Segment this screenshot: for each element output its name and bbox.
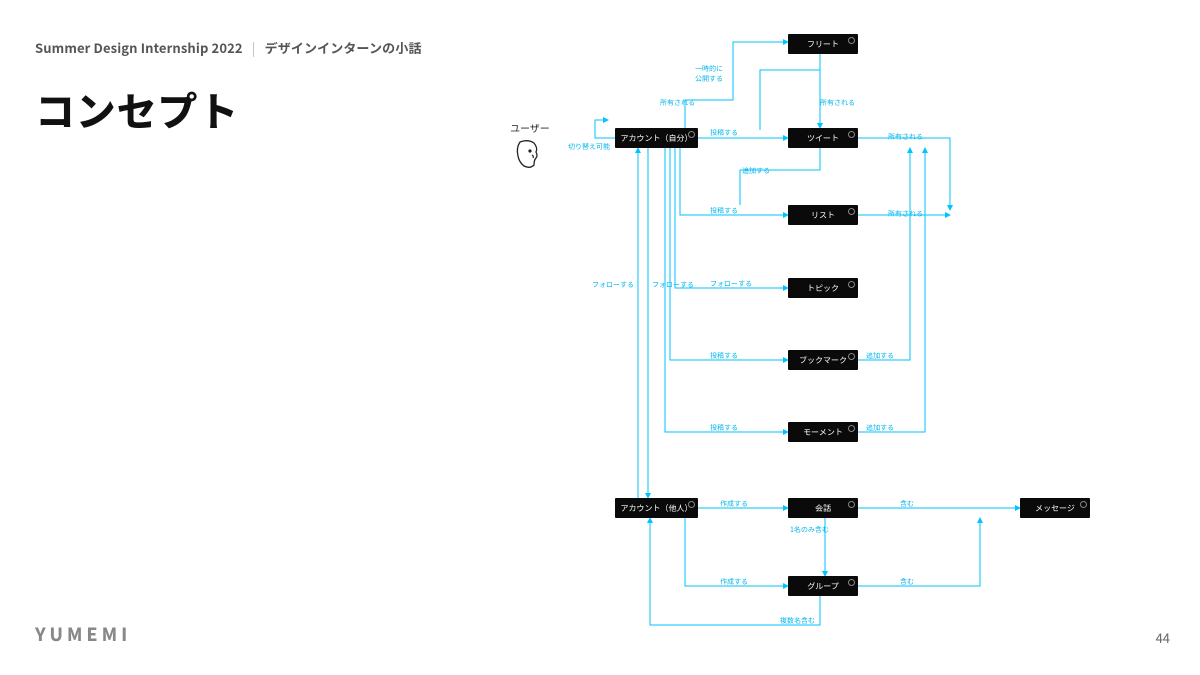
node-group-label: グループ bbox=[807, 581, 839, 592]
gear-icon bbox=[848, 425, 855, 432]
edge-follow3: フォローする bbox=[710, 279, 752, 289]
node-topic-label: トピック bbox=[807, 283, 839, 294]
gear-icon bbox=[1080, 501, 1087, 508]
slide-header: Summer Design Internship 2022 | デザインインター… bbox=[35, 38, 421, 57]
node-tweet-label: ツイート bbox=[807, 133, 839, 144]
page-title: コンセプト bbox=[35, 80, 239, 138]
node-list-label: リスト bbox=[811, 210, 835, 221]
header-left: Summer Design Internship 2022 bbox=[35, 38, 243, 57]
edge-contain-many: 複数名含む bbox=[780, 616, 815, 626]
edge-contain2: 含む bbox=[900, 577, 914, 587]
node-account-other-label: アカウント（他人） bbox=[621, 503, 693, 514]
edge-publish1: 投稿する bbox=[710, 128, 738, 138]
node-conversation: 会話 bbox=[788, 498, 858, 518]
gear-icon bbox=[848, 501, 855, 508]
node-group: グループ bbox=[788, 576, 858, 596]
node-topic: トピック bbox=[788, 278, 858, 298]
edge-owned3: 所有される bbox=[888, 209, 923, 219]
node-fleet-label: フリート bbox=[807, 39, 839, 50]
node-conversation-label: 会話 bbox=[815, 503, 831, 514]
edge-publish4: 投稿する bbox=[710, 423, 738, 433]
edge-follow1: フォローする bbox=[592, 280, 634, 290]
gear-icon bbox=[848, 37, 855, 44]
gear-icon bbox=[688, 131, 695, 138]
edge-add2: 追加する bbox=[866, 351, 894, 361]
diagram-wires bbox=[480, 20, 1180, 660]
gear-icon bbox=[848, 208, 855, 215]
edge-add: 追加する bbox=[742, 166, 770, 176]
node-message-label: メッセージ bbox=[1035, 503, 1075, 514]
gear-icon bbox=[688, 501, 695, 508]
gear-icon bbox=[848, 131, 855, 138]
node-moment-label: モーメント bbox=[803, 427, 843, 438]
node-message: メッセージ bbox=[1020, 498, 1090, 518]
edge-create2: 作成する bbox=[720, 577, 748, 587]
brand-logo: YUMEMI bbox=[35, 621, 131, 647]
edge-contain1: 含む bbox=[900, 499, 914, 509]
gear-icon bbox=[848, 353, 855, 360]
edge-publish2: 投稿する bbox=[710, 206, 738, 216]
node-bookmark-label: ブックマーク bbox=[799, 355, 847, 366]
edge-publish3: 投稿する bbox=[710, 351, 738, 361]
node-fleet: フリート bbox=[788, 34, 858, 54]
node-bookmark: ブックマーク bbox=[788, 350, 858, 370]
header-right: デザインインターンの小話 bbox=[265, 38, 422, 57]
concept-diagram: ユーザー bbox=[480, 20, 1180, 660]
edge-create1: 作成する bbox=[720, 499, 748, 509]
edge-contain-one: 1名のみ含む bbox=[790, 525, 829, 535]
edge-owned2: 所有される bbox=[888, 132, 923, 142]
header-sep: | bbox=[252, 38, 256, 57]
node-account-self-label: アカウント（自分） bbox=[621, 133, 693, 144]
edge-owned1: 所有される bbox=[820, 98, 855, 108]
edge-temp-public: 一時的に 公開する bbox=[695, 64, 723, 84]
edge-shared: 所有される bbox=[660, 98, 695, 108]
node-account-other: アカウント（他人） bbox=[615, 498, 698, 518]
edge-add3: 追加する bbox=[866, 423, 894, 433]
node-tweet: ツイート bbox=[788, 128, 858, 148]
gear-icon bbox=[848, 579, 855, 586]
node-account-self: アカウント（自分） bbox=[615, 128, 698, 148]
gear-icon bbox=[848, 281, 855, 288]
edge-switchable: 切り替え可能 bbox=[568, 142, 610, 152]
node-moment: モーメント bbox=[788, 422, 858, 442]
edge-follow2: フォローする bbox=[652, 280, 694, 290]
node-list: リスト bbox=[788, 205, 858, 225]
